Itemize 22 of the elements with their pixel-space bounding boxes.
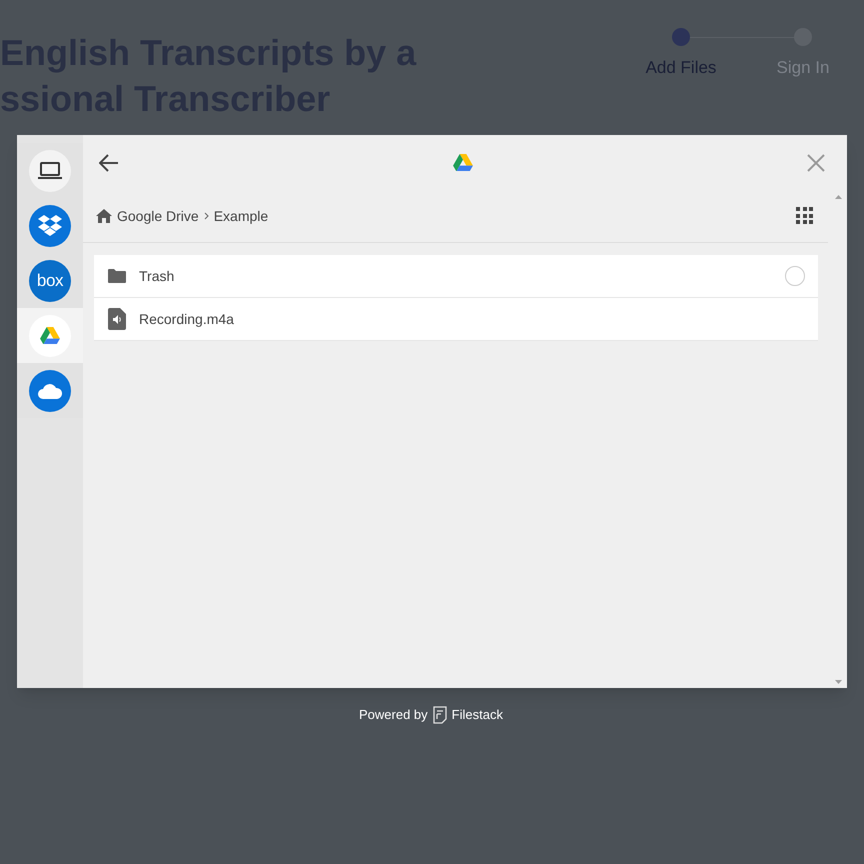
cloud-icon	[36, 382, 64, 400]
filestack-brand: Filestack	[452, 706, 503, 724]
file-name: Recording.m4a	[139, 310, 235, 329]
drive-triangle-icon	[452, 154, 472, 172]
grid-view-button[interactable]	[796, 207, 814, 225]
box-logo: box	[36, 272, 64, 289]
audio-file-icon	[108, 308, 126, 330]
chevron-right-icon	[204, 212, 209, 220]
file-row[interactable]: Recording.m4a	[94, 298, 818, 341]
drive-triangle-icon	[40, 326, 60, 344]
filestack-logo-icon	[432, 706, 447, 724]
breadcrumb-link[interactable]: Google Drive	[117, 206, 199, 226]
breadcrumb-link[interactable]: Example	[214, 206, 268, 226]
open-box-icon	[38, 214, 62, 236]
scroll-up-arrow-icon[interactable]	[835, 195, 842, 199]
scroll-down-arrow-icon[interactable]	[835, 680, 842, 684]
file-row[interactable]: Trash	[94, 255, 818, 298]
file-name: Trash	[139, 266, 176, 286]
folder-icon	[108, 269, 126, 283]
home-icon	[96, 209, 112, 223]
laptop-icon	[38, 160, 62, 180]
powered-by-label: Powered by	[359, 706, 428, 724]
